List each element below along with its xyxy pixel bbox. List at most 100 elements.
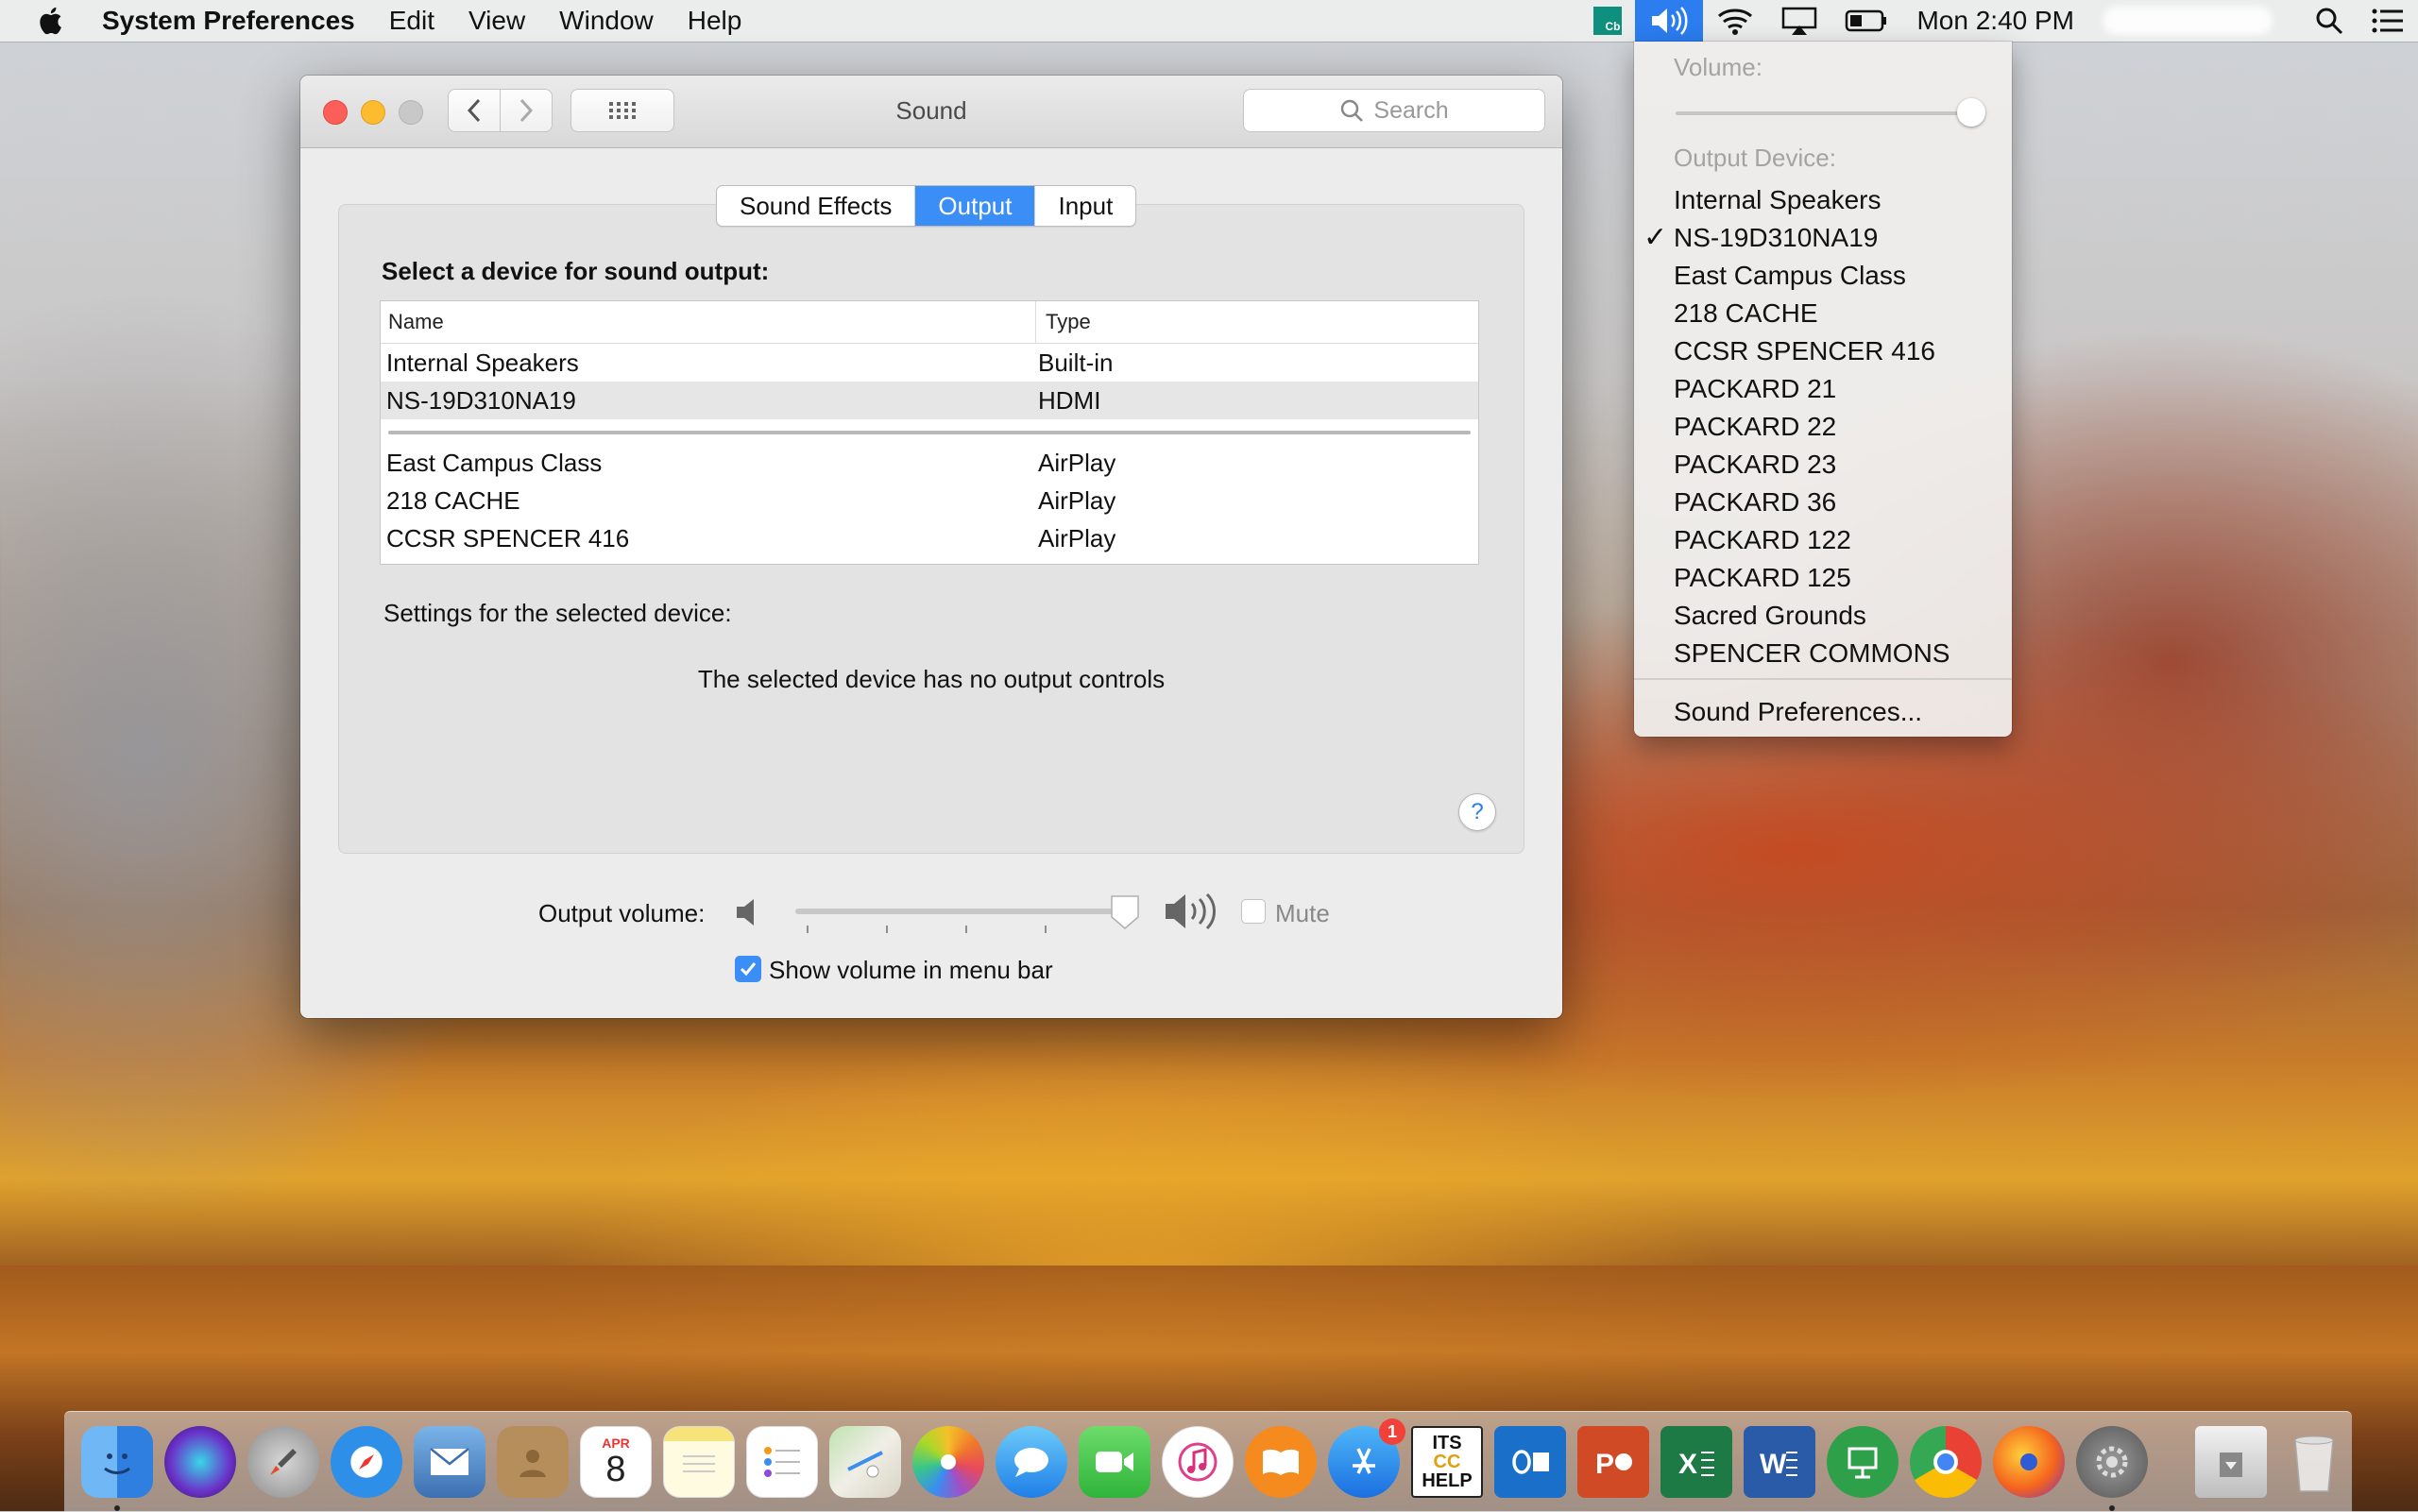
battery-icon bbox=[1846, 9, 1887, 32]
trash-icon[interactable] bbox=[2278, 1426, 2350, 1498]
menu-device-item[interactable]: CCSR SPENCER 416 bbox=[1634, 332, 2012, 370]
apple-menu-icon[interactable] bbox=[36, 5, 68, 37]
maps-icon[interactable] bbox=[829, 1426, 901, 1498]
menu-window[interactable]: Window bbox=[559, 6, 654, 36]
running-indicator bbox=[114, 1505, 120, 1511]
show-volume-label: Show volume in menu bar bbox=[769, 956, 1053, 984]
menu-edit[interactable]: Edit bbox=[389, 6, 434, 36]
downloads-icon[interactable] bbox=[2195, 1426, 2267, 1498]
chrome-icon[interactable] bbox=[1910, 1426, 1982, 1498]
window-titlebar[interactable]: Sound Search bbox=[300, 76, 1562, 148]
column-type[interactable]: Type bbox=[1036, 310, 1091, 334]
reminders-icon[interactable] bbox=[746, 1426, 818, 1498]
finder-icon[interactable] bbox=[81, 1426, 153, 1511]
menu-device-item[interactable]: PACKARD 122 bbox=[1634, 521, 2012, 559]
device-type: Built-in bbox=[1038, 348, 1114, 377]
column-name[interactable]: Name bbox=[381, 301, 1036, 343]
menu-clock[interactable]: Mon 2:40 PM bbox=[1916, 6, 2074, 36]
status-notification-center[interactable] bbox=[2358, 0, 2418, 42]
excel-icon[interactable]: X bbox=[1660, 1426, 1732, 1498]
outlook-icon[interactable] bbox=[1494, 1426, 1566, 1498]
status-wifi[interactable] bbox=[1703, 0, 1767, 42]
device-name: NS-19D310NA19 bbox=[386, 385, 576, 415]
airplay-icon bbox=[1782, 7, 1817, 35]
help-button[interactable]: ? bbox=[1458, 793, 1496, 831]
menu-device-item[interactable]: PACKARD 36 bbox=[1634, 484, 2012, 521]
mail-icon[interactable] bbox=[414, 1426, 485, 1498]
search-field[interactable]: Search bbox=[1243, 89, 1545, 132]
output-heading: Select a device for sound output: bbox=[382, 257, 770, 285]
table-row[interactable]: East Campus Class AirPlay bbox=[381, 444, 1478, 482]
output-volume-label: Output volume: bbox=[538, 899, 706, 927]
system-preferences-icon[interactable] bbox=[2076, 1426, 2148, 1511]
mute-checkbox[interactable] bbox=[1241, 899, 1266, 924]
menu-device-item[interactable]: SPENCER COMMONS bbox=[1634, 635, 2012, 672]
keynote-icon[interactable] bbox=[1827, 1426, 1899, 1498]
show-volume-checkbox[interactable] bbox=[735, 956, 761, 982]
messages-icon[interactable] bbox=[996, 1426, 1067, 1498]
cc-label: CC bbox=[1433, 1452, 1461, 1472]
menu-help[interactable]: Help bbox=[688, 6, 742, 36]
tab-input[interactable]: Input bbox=[1035, 186, 1135, 226]
device-table[interactable]: Name Type Internal Speakers Built-in NS-… bbox=[380, 300, 1479, 565]
safari-icon[interactable] bbox=[331, 1426, 402, 1498]
tab-output[interactable]: Output bbox=[915, 186, 1036, 226]
svg-text:X: X bbox=[1678, 1449, 1697, 1480]
notes-icon[interactable] bbox=[663, 1426, 735, 1498]
tab-sound-effects[interactable]: Sound Effects bbox=[717, 186, 916, 226]
menu-app-name[interactable]: System Preferences bbox=[102, 6, 355, 36]
search-icon bbox=[1341, 99, 1364, 122]
user-name-redacted[interactable] bbox=[2103, 7, 2273, 35]
photos-icon[interactable] bbox=[912, 1426, 984, 1498]
menu-device-item[interactable]: PACKARD 23 bbox=[1634, 446, 2012, 484]
sound-preferences-item[interactable]: Sound Preferences... bbox=[1674, 693, 1922, 731]
status-battery[interactable] bbox=[1831, 0, 1901, 42]
menu-volume-slider[interactable] bbox=[1676, 111, 1965, 115]
itunes-icon[interactable] bbox=[1162, 1426, 1234, 1498]
menu-device-item[interactable]: PACKARD 22 bbox=[1634, 408, 2012, 446]
volume-slider-knob[interactable] bbox=[1109, 893, 1141, 931]
menu-view[interactable]: View bbox=[468, 6, 525, 36]
sound-window: Sound Search Sound Effects Output Input … bbox=[300, 76, 1562, 1018]
device-type: AirPlay bbox=[1038, 485, 1116, 515]
facetime-icon[interactable] bbox=[1079, 1426, 1150, 1498]
slider-tick bbox=[965, 926, 967, 933]
no-controls-message: The selected device has no output contro… bbox=[697, 665, 1166, 693]
launchpad-icon[interactable] bbox=[247, 1426, 319, 1498]
calendar-icon[interactable]: APR 8 bbox=[580, 1426, 652, 1498]
calendar-month: APR bbox=[602, 1436, 630, 1451]
menu-device-item[interactable]: East Campus Class bbox=[1634, 257, 2012, 295]
status-spotlight[interactable] bbox=[2301, 0, 2358, 42]
menu-volume-knob[interactable] bbox=[1957, 98, 1985, 127]
contacts-icon[interactable] bbox=[497, 1426, 569, 1498]
device-type: HDMI bbox=[1038, 385, 1101, 415]
menu-device-item[interactable]: Sacred Grounds bbox=[1634, 597, 2012, 635]
its-help-icon[interactable]: ITS CC HELP bbox=[1411, 1426, 1483, 1498]
slider-tick bbox=[1045, 926, 1047, 933]
menu-device-item[interactable]: Internal Speakers bbox=[1634, 181, 2012, 219]
menu-device-item[interactable]: 218 CACHE bbox=[1634, 295, 2012, 332]
table-row[interactable]: Internal Speakers Built-in bbox=[381, 344, 1478, 382]
slider-ticks bbox=[807, 926, 1118, 933]
table-row-selected[interactable]: NS-19D310NA19 HDMI bbox=[381, 382, 1478, 419]
app-store-update-badge: 1 bbox=[1379, 1419, 1405, 1445]
svg-text:P: P bbox=[1595, 1449, 1614, 1480]
powerpoint-icon[interactable]: P bbox=[1577, 1426, 1649, 1498]
device-name: East Campus Class bbox=[386, 448, 603, 477]
menu-device-item-checked[interactable]: ✓ NS-19D310NA19 bbox=[1634, 219, 2012, 257]
table-row[interactable]: CCSR SPENCER 416 AirPlay bbox=[381, 519, 1478, 557]
table-row[interactable]: 218 CACHE AirPlay bbox=[381, 482, 1478, 519]
status-cb[interactable]: Cb bbox=[1580, 0, 1635, 42]
menu-device-item[interactable]: PACKARD 21 bbox=[1634, 370, 2012, 408]
firefox-icon[interactable] bbox=[1993, 1426, 2065, 1498]
siri-icon[interactable] bbox=[164, 1426, 236, 1498]
output-volume-slider[interactable] bbox=[795, 909, 1126, 914]
ibooks-icon[interactable] bbox=[1245, 1426, 1317, 1498]
app-store-icon[interactable]: 1 bbox=[1328, 1419, 1405, 1498]
status-airplay[interactable] bbox=[1767, 0, 1831, 42]
help-label: HELP bbox=[1422, 1470, 1473, 1491]
calendar-day: 8 bbox=[605, 1450, 626, 1489]
status-volume[interactable] bbox=[1635, 0, 1704, 42]
word-icon[interactable]: W bbox=[1744, 1426, 1815, 1498]
menu-device-item[interactable]: PACKARD 125 bbox=[1634, 559, 2012, 597]
